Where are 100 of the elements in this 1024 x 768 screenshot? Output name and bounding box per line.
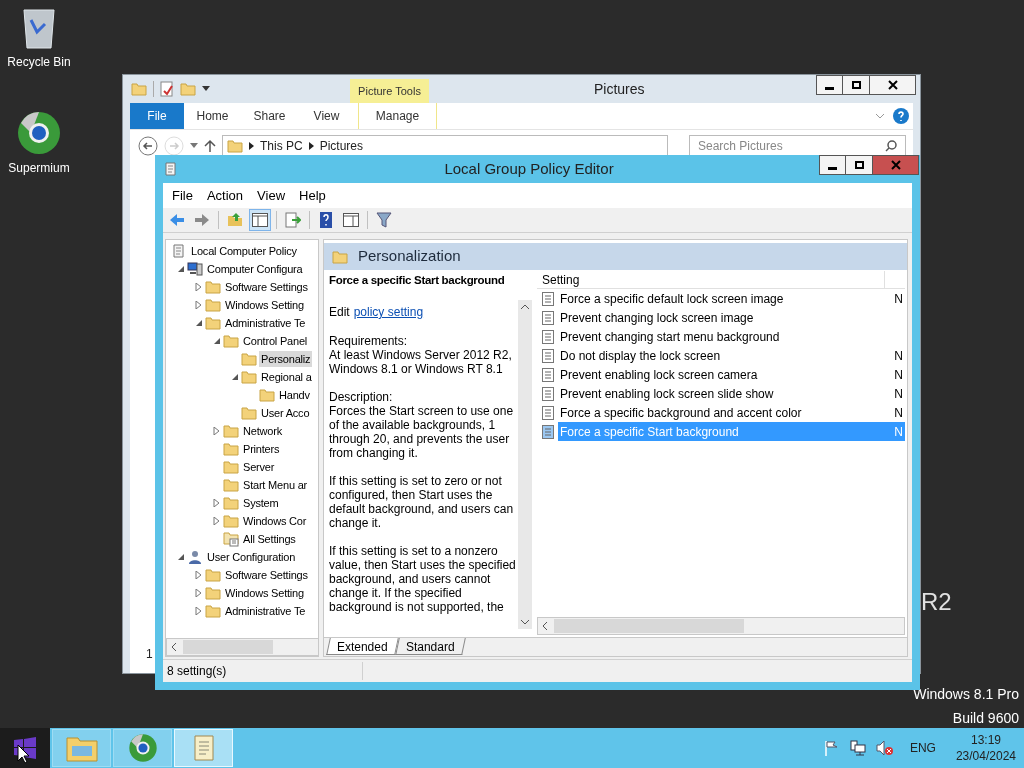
back-icon[interactable] [138,135,158,156]
state-text: N [894,385,903,403]
speaker-muted-icon[interactable] [875,740,894,756]
setting-row[interactable]: Prevent changing lock screen image [558,308,905,327]
maximize-button[interactable] [843,75,870,95]
minimize-button[interactable] [819,155,846,175]
ribbon-tab[interactable]: Manage [358,103,437,129]
setting-row[interactable]: Prevent enabling lock screen slide show N [558,384,905,403]
desktop-icon-label[interactable]: Supermium [8,159,70,177]
folder-icon [180,82,196,96]
expanded-arrow-icon[interactable] [177,265,185,273]
tree-item[interactable]: Software Settings [223,278,310,296]
setting-row[interactable]: Prevent enabling lock screen camera N [558,365,905,384]
breadcrumb-item[interactable]: This PC [260,136,303,155]
folder-icon [205,586,221,600]
tree-item[interactable]: Network [241,422,284,440]
folder-icon [223,514,239,528]
minimize-button[interactable] [816,75,843,95]
scroll-up-icon[interactable] [520,304,530,310]
policy-link[interactable]: policy setting [353,305,424,319]
menu-item[interactable]: File [165,185,200,206]
collapsed-arrow-icon[interactable] [195,589,203,597]
tree-item[interactable]: Windows Setting [223,296,306,314]
scroll-left-icon[interactable] [543,622,548,630]
file-tab[interactable]: File [130,103,184,129]
expanded-arrow-icon[interactable] [231,373,239,381]
description-text: If this setting is set to a nonzero value, then Start uses the specified background, and users cannot change it. If the specified background is not supported, the [329,544,517,614]
tree-item[interactable]: Server [241,458,277,476]
flag-icon[interactable] [823,740,840,756]
tree-item[interactable]: Start Menu ar [241,476,310,494]
toolbar-button[interactable] [249,209,271,231]
menu-item[interactable]: Help [292,185,333,206]
close-button[interactable] [870,75,916,95]
view-tab[interactable]: Extended [326,638,399,655]
state-text: N [894,404,903,422]
tree-item[interactable]: Administrative Te [223,314,308,332]
scroll-down-icon[interactable] [520,619,530,625]
expanded-arrow-icon[interactable] [195,319,203,327]
tree-item[interactable]: Control Panel [241,332,310,350]
collapsed-arrow-icon[interactable] [213,499,221,507]
start-button[interactable] [0,728,50,768]
setting-row[interactable]: Do not display the lock screen N [558,346,905,365]
collapsed-arrow-icon[interactable] [195,607,203,615]
expanded-arrow-icon[interactable] [213,337,221,345]
collapsed-arrow-icon[interactable] [213,427,221,435]
scroll-left-icon[interactable] [172,643,177,651]
collapsed-arrow-icon[interactable] [195,571,203,579]
expanded-arrow-icon[interactable] [177,553,185,561]
mouse-pointer-icon [17,744,29,764]
collapsed-arrow-icon[interactable] [195,301,203,309]
folder-icon [205,280,221,294]
properties-icon[interactable] [160,81,174,97]
tree-item[interactable]: Administrative Te [223,602,308,620]
expand-ribbon-icon[interactable] [875,113,885,119]
collapsed-arrow-icon[interactable] [213,517,221,525]
recycle-bin-icon [21,6,57,50]
collapsed-arrow-icon[interactable] [195,283,203,291]
tree-item[interactable]: Windows Cor [241,512,309,530]
network-icon[interactable] [849,740,866,756]
breadcrumb-item[interactable]: Pictures [319,136,364,155]
folder-icon [205,604,221,618]
dropdown-icon[interactable] [190,142,198,149]
tree-item[interactable]: System [241,494,281,512]
tree-item[interactable]: Printers [241,440,282,458]
tree-item[interactable]: Windows Setting [223,584,306,602]
horizontal-scrollbar[interactable] [166,638,318,656]
dropdown-icon[interactable] [202,86,210,92]
setting-row[interactable]: Force a specific background and accent color N [558,403,905,422]
menu-item[interactable]: Action [199,185,251,206]
setting-row[interactable]: Prevent changing start menu background [558,327,905,346]
tree-item[interactable]: User Acco [259,404,312,422]
scroll-icon [171,243,187,259]
language-indicator[interactable]: ENG [909,739,936,757]
help-icon[interactable] [893,108,909,124]
maximize-button[interactable] [846,155,873,175]
column-header[interactable]: Setting [537,271,885,288]
tree-item[interactable]: User Configuration [205,548,298,566]
state-text: N [894,290,903,308]
tree-item[interactable]: Personaliz [259,350,313,368]
breadcrumb-arrow-icon [308,141,314,150]
horizontal-scrollbar[interactable] [537,617,905,635]
up-arrow-icon[interactable] [204,138,216,153]
toolbar-button[interactable] [282,209,304,231]
desktop-icon-label[interactable]: Recycle Bin [7,53,71,71]
tree-item[interactable]: Handv [277,386,312,404]
setting-row[interactable]: Force a specific default lock screen image N [558,289,905,308]
folder-icon [223,460,239,474]
tree-item[interactable]: Regional a [259,368,314,386]
tree-item[interactable]: All Settings [241,530,298,548]
filter-icon [376,212,392,228]
view-tab[interactable]: Standard [394,638,466,655]
taskbar-button[interactable] [113,729,172,767]
window-title: Pictures [594,79,645,99]
menu-item[interactable]: View [250,185,293,206]
tree-item[interactable]: Software Settings [223,566,310,584]
clock[interactable]: 13:19 23/04/2024 [955,732,1016,764]
toolbar-button[interactable] [373,209,395,231]
tree-item[interactable]: Computer Configura [205,260,305,278]
vertical-scrollbar[interactable] [518,300,532,629]
tree-item[interactable]: Local Computer Policy [189,242,299,260]
